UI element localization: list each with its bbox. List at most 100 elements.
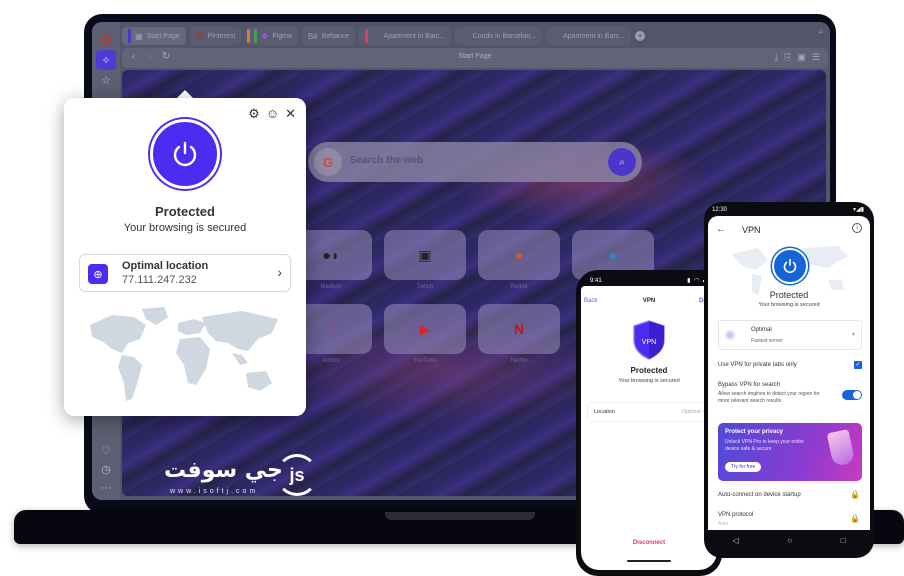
tab-condo[interactable]: ♤ Condo in Barcelon... [455,27,542,45]
bypass-toggle[interactable] [842,390,862,400]
world-map [90,307,278,401]
nav-back-icon[interactable]: ◁ [732,536,738,545]
speed-dial-youtube[interactable]: ▶ [384,304,466,354]
speed-dial-reddit[interactable]: ● [478,230,560,280]
protocol-value: Auto [718,521,729,527]
location-selector[interactable]: ⊕ Optimal location 77.111.247.232 › [79,254,291,292]
star-icon[interactable]: ☆ [96,70,116,90]
vpn-popup: ⚙ ☺ ✕ Protected Your browsing is secured… [64,98,306,416]
status-subtitle: Your browsing is secured [618,378,680,384]
lock-icon: 🔒 [850,514,860,523]
promo-description: Unlock VPN Pro to keep your entire devic… [725,439,804,452]
share-icon[interactable]: ⎘ [784,52,791,63]
easy-setup-icon[interactable]: ☰ [812,52,820,63]
watermark-arabic: جي سوفت [164,458,283,483]
address-text[interactable]: Start Page [122,53,828,60]
tab-behance[interactable]: Bē Behance [301,27,356,45]
vpn-power-button[interactable] [150,119,220,189]
back-arrow-icon[interactable]: ← [716,224,726,235]
android-screen: ← VPN i Protected Your browsing is secur… [708,216,870,530]
signal-icon: ▮ [687,278,692,284]
figma-icon: ❖ [261,31,269,41]
vpn-power-button[interactable] [772,248,808,284]
location-title: Optimal location [122,260,209,272]
settings-gear-icon[interactable]: ⚙ [248,106,260,122]
airbnb-icon: ♤ [372,31,380,41]
shield-illustration-icon [826,429,856,467]
watermark-logo: جي سوفت js www.isoftj.com [164,450,334,496]
laptop-notch [385,512,535,520]
try-for-free-button[interactable]: Try for free [725,462,762,472]
server-title: Optimal [751,327,772,333]
twitch-icon: ▣ [418,246,432,263]
disconnect-button[interactable]: Disconnect [581,540,717,546]
vpn-sidebar-icon[interactable]: ✧ [96,50,116,70]
bypass-description: Allow search engines to detect your regi… [718,391,820,404]
android-nav-bar: ◁ ○ □ [708,530,870,550]
tab-search-icon[interactable]: ⌕ [818,26,824,37]
screen-title: VPN [742,225,761,235]
web-search-box[interactable]: G Search the web ⌕ [308,142,642,182]
twitter-icon: ● [608,247,618,263]
more-icon[interactable]: ··· [96,478,116,498]
grid-icon: ▦ [135,31,143,41]
download-icon[interactable]: ⤓ [774,52,778,63]
power-icon [173,141,197,167]
power-icon [783,258,797,274]
tab-label: Condo in Barcelon... [472,32,536,40]
tab-bar: ▦ Start Page ⓟ Pinterest ❖ Figma Bē Beha… [122,26,822,46]
speed-dial-netflix[interactable]: N [478,304,560,354]
feedback-smiley-icon[interactable]: ☺ [266,106,279,122]
tab-pinterest[interactable]: ⓟ Pinterest [189,27,242,45]
iphone-device: 9:41 ▮ ◠ ▬ Back VPN Done VPN Protected Y… [576,270,722,576]
airbnb-icon: ♤ [551,31,560,41]
close-icon[interactable]: ✕ [285,106,296,122]
history-clock-icon[interactable]: ◷ [96,459,116,479]
shield-label: VPN [642,339,656,346]
globe-icon: ⊕ [88,264,108,284]
airbnb-icon: ♤ [461,31,469,41]
speed-dial-label: YouTube [413,358,437,364]
search-input[interactable]: Search the web [350,155,423,166]
tab-apartment-2[interactable]: ♤ Apartment in Barc... [545,27,631,45]
heart-icon[interactable]: ♡ [96,440,116,460]
opera-logo-icon[interactable]: O [96,30,116,50]
snapshot-icon[interactable]: ▣ [797,52,806,63]
iphone-screen: Back VPN Done VPN Protected Your browsin… [581,286,717,570]
tab-start-page[interactable]: ▦ Start Page [122,27,186,45]
promo-banner[interactable]: Protect your privacy Unlock VPN Pro to k… [718,423,862,481]
promo-title: Protect your privacy [725,429,784,435]
android-clock: 12:30 [712,207,728,213]
autoconnect-label[interactable]: Auto-connect on device startup [718,492,801,498]
nav-home-icon[interactable]: ○ [787,536,792,545]
tab-label: Apartment in Barc... [383,32,446,40]
speed-dial-twitch[interactable]: ▣ [384,230,466,280]
android-device: 12:30 ▾◢▮ ← VPN i Protected Your browsin… [704,202,874,558]
location-row[interactable]: Location Optimal › [587,402,711,422]
tab-group-figma[interactable]: ❖ Figma [245,27,298,45]
pinterest-icon: ⓟ [195,31,204,41]
search-icon: ⌕ [619,156,625,168]
tab-group-mark [247,29,251,43]
speed-dial-label: Reddit [510,284,528,290]
server-icon [725,330,735,340]
server-selector[interactable]: Optimal Fastest server ▾ [718,320,862,350]
tab-label: Figma [272,32,292,40]
ios-clock: 9:41 [590,278,602,284]
server-subtitle: Fastest server [751,338,783,344]
new-tab-button[interactable]: + [635,31,645,41]
status-subtitle: Your browsing is secured [123,222,247,234]
speed-dial-label: Netflix [510,358,528,364]
location-value: Optimal › [681,409,704,415]
nav-recents-icon[interactable]: □ [841,536,846,545]
search-button[interactable]: ⌕ [608,148,636,176]
address-bar[interactable]: ‹ › ↻ Start Page ⤓ ⎘ ▣ ☰ [122,48,828,68]
info-icon[interactable]: i [852,223,862,233]
watermark-js-logo: js [276,454,318,496]
home-indicator [627,560,671,562]
netflix-icon: N [513,321,525,337]
private-tabs-checkbox[interactable]: ✓ [854,361,862,369]
tab-apartment-1[interactable]: ♤ Apartment in Barc... [359,27,452,45]
protocol-label[interactable]: VPN protocol [718,512,753,518]
speed-dial-label: Twitch [416,284,434,290]
